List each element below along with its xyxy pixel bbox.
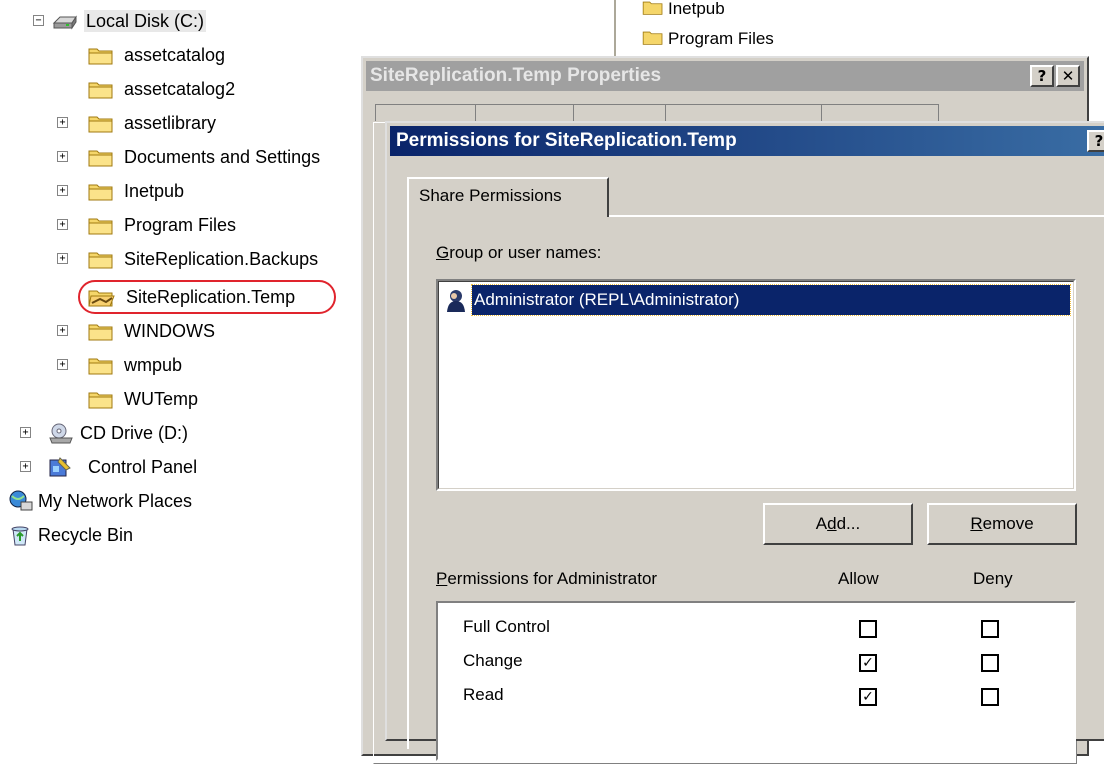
tree-node-label: CD Drive (D:) bbox=[80, 423, 188, 443]
folder-icon bbox=[88, 146, 113, 168]
expand-toggle[interactable]: + bbox=[57, 253, 68, 264]
expand-toggle[interactable]: + bbox=[57, 151, 68, 162]
folder-icon bbox=[88, 248, 113, 270]
permissions-titlebar[interactable]: Permissions for SiteReplication.Temp ? bbox=[390, 126, 1104, 156]
tree-node-label: My Network Places bbox=[38, 491, 193, 511]
user-name: Administrator (REPL\Administrator) bbox=[471, 284, 1071, 316]
folder-icon bbox=[642, 28, 664, 51]
hard-drive-icon bbox=[52, 10, 77, 32]
deny-checkbox[interactable] bbox=[981, 620, 999, 638]
list-item[interactable]: Program Files bbox=[642, 24, 774, 54]
tree-node-label: SiteReplication.Backups bbox=[124, 249, 319, 269]
tab-share-permissions[interactable]: Share Permissions bbox=[407, 177, 609, 217]
accelerator-key: d bbox=[827, 514, 837, 533]
collapse-toggle[interactable]: − bbox=[33, 15, 44, 26]
tree-node-label: Inetpub bbox=[124, 181, 185, 201]
tab-stub[interactable] bbox=[665, 104, 823, 121]
deny-checkbox[interactable] bbox=[981, 688, 999, 706]
allow-column-header: Allow bbox=[838, 569, 879, 588]
add-button[interactable]: Add... bbox=[763, 503, 913, 545]
expand-toggle[interactable]: + bbox=[57, 185, 68, 196]
control-panel-icon bbox=[48, 456, 72, 478]
folder-icon bbox=[88, 112, 113, 134]
remove-button[interactable]: Remove bbox=[927, 503, 1077, 545]
permissions-dialog: Permissions for SiteReplication.Temp ? S… bbox=[385, 121, 1104, 761]
allow-checkbox[interactable]: ✓ bbox=[859, 688, 877, 706]
tree-node-label: wmpub bbox=[124, 355, 183, 375]
tree-node-label: assetlibrary bbox=[124, 113, 217, 133]
expand-toggle[interactable]: + bbox=[57, 359, 68, 370]
user-icon bbox=[442, 287, 468, 313]
folder-icon bbox=[88, 214, 113, 236]
permission-row-full-control: Full Control bbox=[463, 613, 1063, 643]
group-or-user-list[interactable]: Administrator (REPL\Administrator) bbox=[436, 279, 1076, 491]
tree-node-label: WUTemp bbox=[124, 389, 199, 409]
tree-node-label: Local Disk (C:) bbox=[84, 10, 207, 32]
folder-icon bbox=[88, 44, 113, 66]
tree-node-label: Program Files bbox=[124, 215, 237, 235]
tab-stub[interactable] bbox=[475, 104, 575, 121]
tree-node-label: SiteReplication.Temp bbox=[126, 287, 296, 307]
allow-checkbox[interactable]: ✓ bbox=[859, 654, 877, 672]
permission-name: Read bbox=[463, 685, 504, 704]
properties-titlebar[interactable]: SiteReplication.Temp Properties ? ✕ bbox=[366, 61, 1084, 91]
permissions-for-label: Permissions for Administrator bbox=[436, 569, 657, 589]
expand-toggle[interactable]: + bbox=[57, 325, 68, 336]
label-text: roup or user names: bbox=[449, 243, 602, 262]
shared-folder-icon bbox=[88, 286, 115, 308]
help-button[interactable]: ? bbox=[1087, 130, 1104, 152]
accelerator-key: G bbox=[436, 243, 450, 262]
list-item[interactable]: Inetpub bbox=[642, 0, 774, 24]
expand-toggle[interactable]: + bbox=[20, 427, 31, 438]
accelerator-key: R bbox=[970, 514, 983, 533]
folder-icon bbox=[88, 388, 113, 410]
close-button[interactable]: ✕ bbox=[1056, 65, 1080, 87]
list-item[interactable]: Administrator (REPL\Administrator) bbox=[442, 284, 1071, 316]
cd-drive-icon bbox=[48, 422, 73, 444]
expand-toggle[interactable]: + bbox=[57, 219, 68, 230]
network-places-icon bbox=[8, 490, 33, 512]
tab-stub[interactable] bbox=[375, 104, 477, 121]
tree-node-label: Recycle Bin bbox=[38, 525, 134, 545]
folder-icon bbox=[642, 0, 664, 21]
permissions-list: Full Control Change ✓ Read ✓ bbox=[436, 601, 1076, 761]
label-text: ermissions for Administrator bbox=[447, 569, 658, 588]
folder-icon bbox=[88, 320, 113, 342]
group-or-user-names-label: Group or user names: bbox=[436, 243, 601, 263]
tree-node-label: Documents and Settings bbox=[124, 147, 321, 167]
allow-checkbox[interactable] bbox=[859, 620, 877, 638]
tab-stub[interactable] bbox=[573, 104, 667, 121]
button-text: d... bbox=[836, 514, 861, 533]
deny-column-header: Deny bbox=[973, 569, 1013, 588]
expand-toggle[interactable]: + bbox=[20, 461, 31, 472]
list-item-label: Inetpub bbox=[668, 0, 725, 18]
tab-stub[interactable] bbox=[821, 104, 939, 121]
tree-node-label: assetcatalog2 bbox=[124, 79, 236, 99]
background-file-list: Inetpub Program Files bbox=[642, 0, 774, 54]
folder-tree: − Local Disk (C:) assetcatalog assetcata… bbox=[0, 0, 380, 727]
dialog-title: Permissions for SiteReplication.Temp bbox=[396, 130, 737, 151]
deny-checkbox[interactable] bbox=[981, 654, 999, 672]
permission-row-change: Change ✓ bbox=[463, 647, 1063, 677]
folder-icon bbox=[88, 180, 113, 202]
dialog-title: SiteReplication.Temp Properties bbox=[370, 65, 662, 86]
permission-name: Change bbox=[463, 651, 523, 670]
expand-toggle[interactable]: + bbox=[57, 117, 68, 128]
tree-node-label: WINDOWS bbox=[124, 321, 215, 341]
folder-icon bbox=[88, 354, 113, 376]
list-item-label: Program Files bbox=[668, 29, 774, 48]
permission-row-read: Read ✓ bbox=[463, 681, 1063, 711]
tree-node-label: Control Panel bbox=[88, 457, 198, 477]
recycle-bin-icon bbox=[8, 524, 32, 546]
permission-name: Full Control bbox=[463, 617, 550, 636]
button-text: A bbox=[815, 514, 828, 533]
folder-icon bbox=[88, 78, 113, 100]
help-button[interactable]: ? bbox=[1030, 65, 1054, 87]
accelerator-key: P bbox=[436, 569, 448, 588]
tree-node-label: assetcatalog bbox=[124, 45, 226, 65]
button-text: emove bbox=[982, 514, 1034, 533]
